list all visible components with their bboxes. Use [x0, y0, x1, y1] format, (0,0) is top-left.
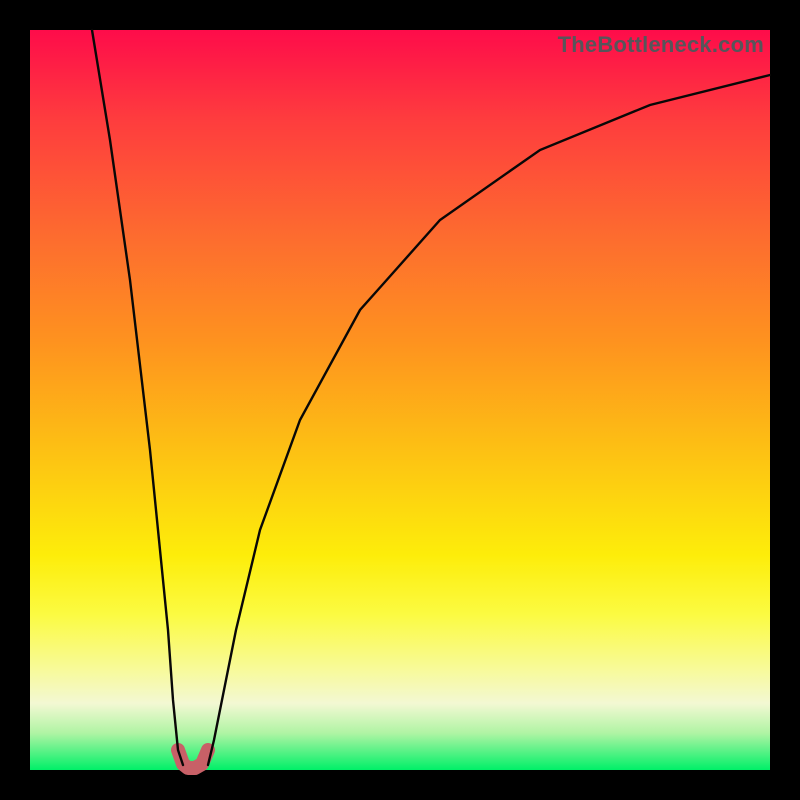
chart-frame: TheBottleneck.com	[0, 0, 800, 800]
plot-area: TheBottleneck.com	[30, 30, 770, 770]
left-branch-path	[92, 30, 183, 765]
curve-svg	[30, 30, 770, 770]
right-branch-path	[208, 75, 770, 765]
